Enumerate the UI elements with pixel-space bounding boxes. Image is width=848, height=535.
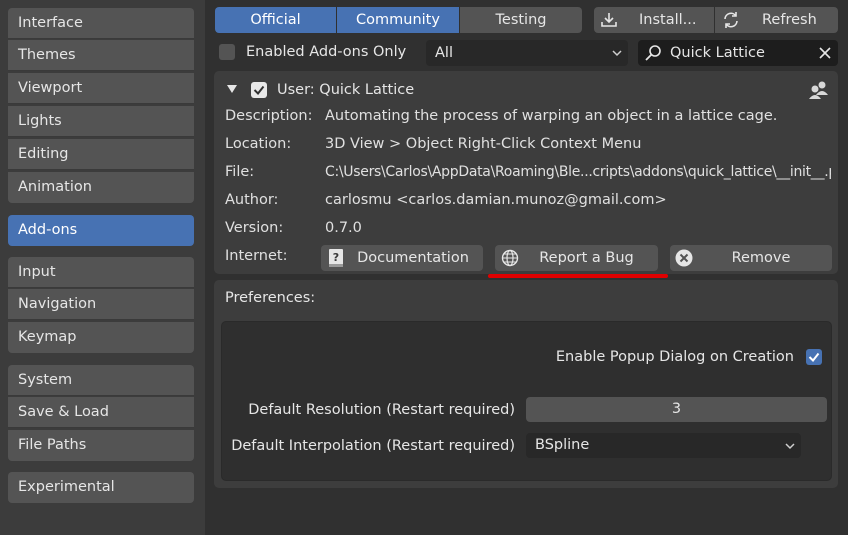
sidebar: Interface Themes Viewport Lights Editing… bbox=[0, 0, 205, 535]
sidebar-item-keymap[interactable]: Keymap bbox=[8, 322, 194, 353]
highlight-underline bbox=[488, 274, 668, 278]
description-value: Automating the process of warping an obj… bbox=[325, 108, 778, 124]
location-label: Location: bbox=[225, 136, 292, 152]
clear-search-icon[interactable] bbox=[818, 46, 832, 60]
sidebar-item-viewport[interactable]: Viewport bbox=[8, 73, 194, 104]
category-value: All bbox=[435, 45, 453, 61]
sidebar-item-themes[interactable]: Themes bbox=[8, 40, 194, 71]
refresh-label: Refresh bbox=[762, 12, 817, 28]
addon-title: User: Quick Lattice bbox=[277, 82, 415, 98]
preferences-title: Preferences: bbox=[225, 290, 316, 306]
chevron-down-icon bbox=[612, 50, 622, 57]
install-button[interactable]: Install... bbox=[594, 7, 714, 33]
resolution-label: Default Resolution (Restart required) bbox=[248, 402, 515, 418]
tab-community[interactable]: Community bbox=[337, 7, 459, 33]
author-label: Author: bbox=[225, 192, 279, 208]
interpolation-value: BSpline bbox=[535, 437, 590, 453]
file-label: File: bbox=[225, 164, 255, 180]
popup-dialog-label: Enable Popup Dialog on Creation bbox=[555, 349, 794, 365]
interpolation-dropdown[interactable]: BSpline bbox=[526, 433, 801, 458]
author-value: carlosmu <carlos.damian.munoz@gmail.com> bbox=[325, 192, 667, 208]
interpolation-label: Default Interpolation (Restart required) bbox=[231, 438, 515, 454]
remove-button[interactable]: Remove bbox=[670, 245, 832, 271]
sidebar-item-animation[interactable]: Animation bbox=[8, 172, 194, 203]
popup-dialog-checkbox[interactable] bbox=[806, 349, 822, 365]
location-value: 3D View > Object Right-Click Context Men… bbox=[325, 136, 642, 152]
sidebar-item-lights[interactable]: Lights bbox=[8, 106, 194, 137]
version-value: 0.7.0 bbox=[325, 220, 362, 236]
enabled-only-label: Enabled Add-ons Only bbox=[246, 44, 407, 60]
documentation-label: Documentation bbox=[357, 250, 469, 266]
sidebar-item-interface[interactable]: Interface bbox=[8, 8, 194, 39]
tab-testing[interactable]: Testing bbox=[460, 7, 582, 33]
category-dropdown[interactable]: All bbox=[426, 40, 628, 66]
resolution-field[interactable]: 3 bbox=[526, 397, 827, 422]
version-label: Version: bbox=[225, 220, 284, 236]
report-bug-button[interactable]: Report a Bug bbox=[495, 245, 658, 271]
tab-official[interactable]: Official bbox=[215, 7, 336, 33]
search-value: Quick Lattice bbox=[670, 45, 765, 61]
install-label: Install... bbox=[639, 12, 697, 28]
sidebar-item-input[interactable]: Input bbox=[8, 257, 194, 288]
report-bug-label: Report a Bug bbox=[539, 250, 634, 266]
sidebar-item-experimental[interactable]: Experimental bbox=[8, 472, 194, 503]
checkmark-icon bbox=[253, 85, 265, 96]
sidebar-item-navigation[interactable]: Navigation bbox=[8, 289, 194, 320]
search-input[interactable]: Quick Lattice bbox=[638, 40, 838, 66]
documentation-button[interactable]: ? Documentation bbox=[321, 245, 483, 271]
collapse-triangle-icon[interactable] bbox=[226, 84, 238, 94]
addon-enable-checkbox[interactable] bbox=[251, 82, 267, 98]
refresh-button[interactable]: Refresh bbox=[715, 7, 838, 33]
remove-label: Remove bbox=[731, 250, 791, 266]
sidebar-item-save-load[interactable]: Save & Load bbox=[8, 397, 194, 428]
internet-label: Internet: bbox=[225, 248, 288, 264]
sidebar-item-system[interactable]: System bbox=[8, 365, 194, 396]
description-label: Description: bbox=[225, 108, 313, 124]
resolution-value: 3 bbox=[671, 401, 682, 417]
sidebar-item-file-paths[interactable]: File Paths bbox=[8, 430, 194, 461]
search-icon bbox=[645, 45, 661, 61]
refresh-icon bbox=[724, 12, 738, 28]
chevron-down-icon bbox=[785, 443, 795, 450]
checkmark-icon bbox=[808, 352, 820, 363]
file-value: C:\Users\Carlos\AppData\Roaming\Ble...cr… bbox=[325, 164, 831, 180]
sidebar-item-editing[interactable]: Editing bbox=[8, 139, 194, 170]
community-users-icon bbox=[809, 81, 828, 99]
download-icon bbox=[601, 13, 617, 27]
enabled-only-checkbox[interactable] bbox=[219, 44, 235, 60]
sidebar-item-addons[interactable]: Add-ons bbox=[8, 215, 194, 246]
